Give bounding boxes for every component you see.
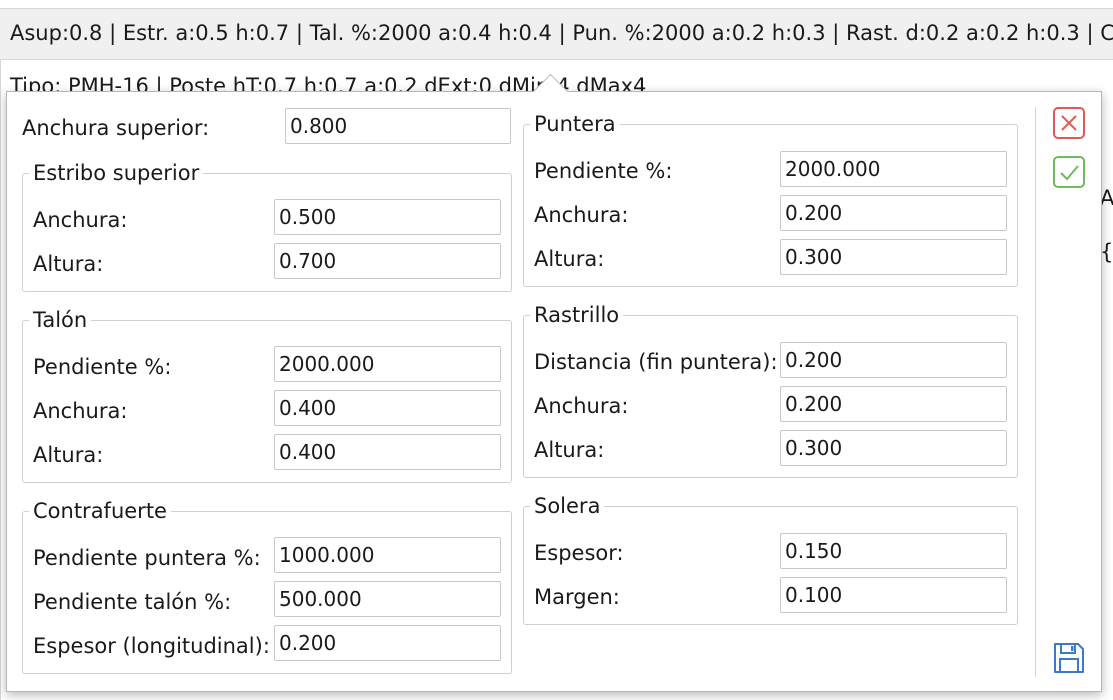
solera-margen-label: Margen: (534, 585, 620, 609)
contrafuerte-pend-puntera-input[interactable] (274, 537, 501, 573)
save-icon (1054, 643, 1084, 673)
estribo-altura-input[interactable] (274, 243, 501, 279)
rastrillo-title: Rastrillo (530, 303, 624, 327)
rastrillo-anchura-input[interactable] (780, 386, 1007, 422)
contrafuerte-espesor-input[interactable] (274, 625, 501, 661)
anchura-superior-label: Anchura superior: (22, 116, 210, 140)
puntera-pendiente-input[interactable] (780, 151, 1007, 187)
talon-altura-input[interactable] (274, 434, 501, 470)
rastrillo-anchura-label: Anchura: (534, 394, 629, 418)
contrafuerte-pend-puntera-label: Pendiente puntera %: (33, 546, 261, 570)
rastrillo-distancia-label: Distancia (fin puntera): (534, 350, 778, 374)
contrafuerte-pend-talon-label: Pendiente talón %: (33, 590, 232, 614)
confirm-button[interactable] (1052, 155, 1086, 189)
puntera-title: Puntera (530, 112, 620, 136)
puntera-anchura-label: Anchura: (534, 203, 629, 227)
talon-anchura-input[interactable] (274, 390, 501, 426)
check-icon (1053, 156, 1085, 188)
save-button[interactable] (1051, 640, 1087, 676)
summary-text: Asup:0.8 | Estr. a:0.5 h:0.7 | Tal. %:20… (10, 21, 1113, 45)
estribo-anchura-input[interactable] (274, 199, 501, 235)
close-icon (1053, 107, 1085, 139)
talon-pendiente-label: Pendiente %: (33, 355, 172, 379)
puntera-altura-input[interactable] (780, 239, 1007, 275)
solera-title: Solera (530, 494, 605, 518)
solera-margen-input[interactable] (780, 577, 1007, 613)
estribo-altura-label: Altura: (33, 252, 104, 276)
caret-cover (530, 92, 570, 104)
rastrillo-distancia-input[interactable] (780, 342, 1007, 378)
rastrillo-altura-label: Altura: (534, 438, 605, 462)
solera-espesor-input[interactable] (780, 533, 1007, 569)
contrafuerte-espesor-label: Espesor (longitudinal): (33, 634, 270, 658)
puntera-anchura-input[interactable] (780, 195, 1007, 231)
talon-pendiente-input[interactable] (274, 346, 501, 382)
estribo-superior-title: Estribo superior (29, 161, 204, 185)
rastrillo-altura-input[interactable] (780, 430, 1007, 466)
talon-title: Talón (29, 308, 92, 332)
action-separator (1035, 107, 1036, 677)
contrafuerte-pend-talon-input[interactable] (274, 581, 501, 617)
contrafuerte-title: Contrafuerte (29, 499, 171, 523)
close-button[interactable] (1052, 106, 1086, 140)
anchura-superior-input[interactable] (285, 108, 511, 144)
estribo-anchura-label: Anchura: (33, 208, 128, 232)
solera-espesor-label: Espesor: (534, 541, 624, 565)
summary-bar: Asup:0.8 | Estr. a:0.5 h:0.7 | Tal. %:20… (0, 8, 1113, 60)
puntera-pendiente-label: Pendiente %: (534, 159, 673, 183)
talon-altura-label: Altura: (33, 443, 104, 467)
talon-anchura-label: Anchura: (33, 399, 128, 423)
puntera-altura-label: Altura: (534, 247, 605, 271)
background-divider (0, 60, 1, 700)
